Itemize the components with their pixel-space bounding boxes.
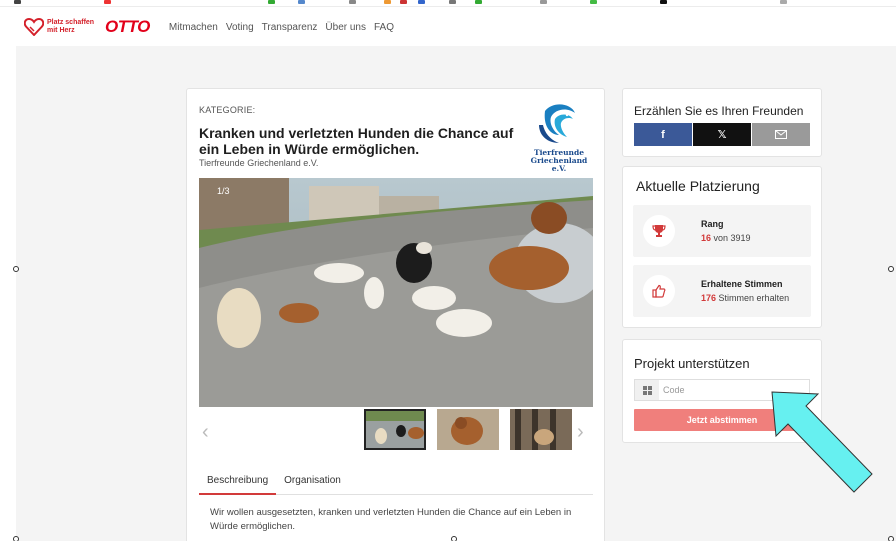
- mail-share-button[interactable]: [752, 123, 810, 146]
- votes-label: Erhaltene Stimmen: [701, 279, 783, 289]
- votes-stat: Erhaltene Stimmen 176 Stimmen erhalten: [633, 265, 811, 317]
- support-title: Projekt unterstützen: [634, 356, 750, 371]
- selection-handle[interactable]: [888, 266, 894, 272]
- otto-logo[interactable]: OTTO: [105, 17, 150, 37]
- project-card: KATEGORIE: Kranken und verletzten Hunden…: [186, 88, 605, 541]
- share-card: Erzählen Sie es Ihren Freunden f 𝕏: [622, 88, 822, 157]
- thumbnail-image: [437, 409, 499, 450]
- rank-stat: Rang 16 von 3919: [633, 205, 811, 257]
- votes-value-line: 176 Stimmen erhalten: [701, 293, 789, 303]
- selection-handle[interactable]: [13, 536, 19, 541]
- tab-organisation[interactable]: Organisation: [276, 469, 349, 495]
- nav-voting[interactable]: Voting: [226, 22, 254, 33]
- annotation-arrow-icon: [771, 391, 873, 493]
- x-icon: 𝕏: [717, 129, 727, 141]
- nav-transparenz[interactable]: Transparenz: [262, 22, 318, 33]
- trophy-icon: [643, 215, 675, 247]
- project-title: Kranken und verletzten Hunden die Chance…: [199, 125, 514, 157]
- mail-icon: [775, 130, 787, 139]
- thumbnail-image: [510, 409, 572, 450]
- main-nav: Mitmachen Voting Transparenz Über uns FA…: [169, 22, 402, 33]
- thumbnail-3[interactable]: [510, 409, 572, 450]
- ranking-title: Aktuelle Platzierung: [636, 178, 760, 194]
- selection-handle[interactable]: [13, 266, 19, 272]
- tab-beschreibung[interactable]: Beschreibung: [199, 469, 277, 495]
- ranking-card: Aktuelle Platzierung Rang 16 von 3919 Er…: [622, 166, 822, 328]
- rank-value-line: 16 von 3919: [701, 233, 751, 243]
- selection-handle[interactable]: [888, 536, 894, 541]
- votes-value: 176: [701, 293, 717, 303]
- carousel-prev-icon[interactable]: ‹: [202, 421, 209, 444]
- votes-suffix: Stimmen erhalten: [718, 293, 790, 303]
- dolphin-logo-icon: [539, 104, 575, 143]
- facebook-icon: f: [661, 128, 665, 141]
- rank-label: Rang: [701, 219, 724, 229]
- project-description: Wir wollen ausgesetzten, kranken und ver…: [210, 507, 572, 532]
- photo-counter: 1/3: [217, 186, 230, 196]
- organization-logo-text: Tierfreunde Griechenland e.V.: [523, 149, 595, 173]
- project-photo[interactable]: 1/3: [199, 178, 593, 407]
- heart-icon: [24, 18, 44, 36]
- thumbnail-1[interactable]: [364, 409, 426, 450]
- selection-handle[interactable]: [451, 536, 457, 541]
- thumbnail-2[interactable]: [437, 409, 499, 450]
- dogs-photo-image: [199, 178, 593, 407]
- facebook-share-button[interactable]: f: [634, 123, 692, 146]
- category-label: KATEGORIE:: [199, 105, 256, 115]
- nav-faq[interactable]: FAQ: [374, 22, 394, 33]
- brand-line-1: Platz schaffen: [47, 19, 95, 26]
- brand-text: Platz schaffen mit Herz: [47, 19, 99, 35]
- site-header: Platz schaffen mit Herz OTTO Mitmachen V…: [16, 8, 896, 46]
- share-title: Erzählen Sie es Ihren Freunden: [634, 104, 804, 118]
- rank-suffix: von 3919: [713, 233, 751, 243]
- browser-icon-strip: [0, 0, 896, 7]
- brand-line-2: mit Herz: [47, 27, 75, 34]
- logo-text-line-2: Griechenland e.V.: [530, 156, 588, 173]
- project-tabs: Beschreibung Organisation: [199, 469, 593, 495]
- rank-value: 16: [701, 233, 712, 243]
- x-share-button[interactable]: 𝕏: [693, 123, 751, 146]
- grid-icon: [635, 380, 659, 400]
- organization-logo: Tierfreunde Griechenland e.V.: [523, 101, 595, 173]
- page: Platz schaffen mit Herz OTTO Mitmachen V…: [0, 0, 896, 541]
- thumbnail-image: [366, 411, 424, 448]
- brand-logo[interactable]: Platz schaffen mit Herz OTTO: [24, 17, 150, 37]
- nav-ueber-uns[interactable]: Über uns: [325, 22, 366, 33]
- thumbs-up-icon: [643, 275, 675, 307]
- carousel-next-icon[interactable]: ›: [577, 421, 584, 444]
- organization-name[interactable]: Tierfreunde Griechenland e.V.: [199, 158, 318, 168]
- nav-mitmachen[interactable]: Mitmachen: [169, 22, 218, 33]
